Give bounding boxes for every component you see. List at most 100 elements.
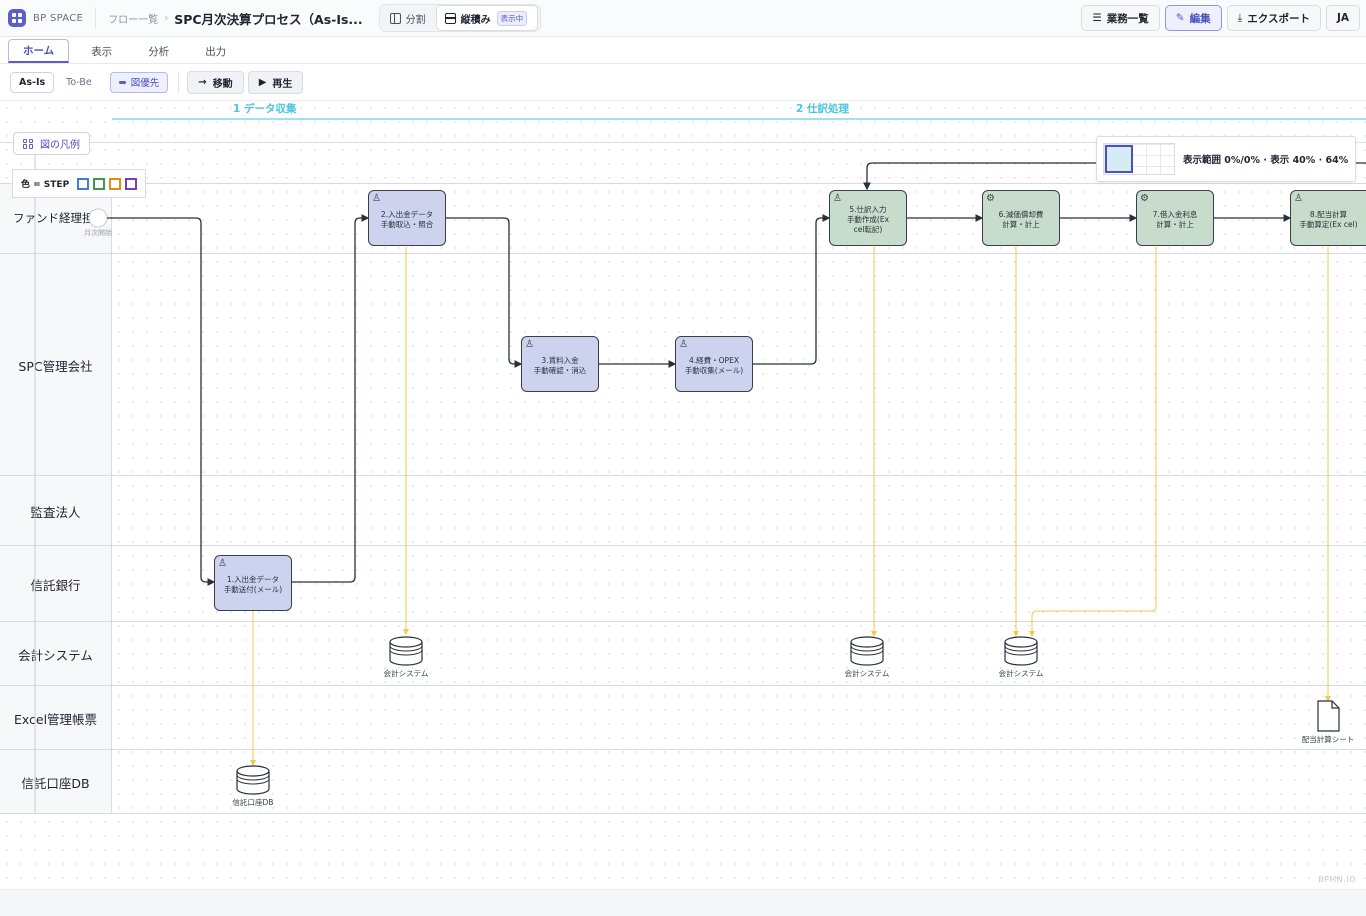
legend-toggle-label: 図の凡例 — [40, 140, 80, 151]
legend-toggle-button[interactable]: 図の凡例 — [13, 132, 90, 155]
task-list-button[interactable]: ☰ 業務一覧 — [1081, 5, 1160, 31]
divider — [95, 7, 97, 29]
tab-analysis[interactable]: 分析 — [134, 39, 183, 63]
lane-trust-account-db: 信託口座DB — [0, 749, 1366, 814]
tab-home[interactable]: ホーム — [8, 39, 70, 63]
view-split-label: 分割 — [405, 14, 426, 26]
legend-swatch-step-3 — [109, 177, 122, 190]
task-3-rent-receipt[interactable]: ♙ 3.賃料入金 手動確認・消込 — [521, 336, 599, 392]
lane-auditor: 監査法人 — [0, 475, 1366, 546]
diagram-priority-toggle[interactable]: 図優先 — [109, 71, 169, 93]
task-subtitle: 手動収集(メール) — [684, 366, 744, 375]
user-icon: ♙ — [1294, 193, 1303, 204]
task-7-loan-interest[interactable]: ⚙ 7.借入金利息 計算・計上 — [1136, 190, 1214, 246]
gear-icon: ⚙ — [986, 193, 995, 204]
task-title: 4.経費・OPEX — [689, 355, 739, 365]
data-object-label: 配当計算シート — [1301, 735, 1355, 744]
view-split-button[interactable]: 分割 — [382, 7, 436, 29]
task-4-opex-collect[interactable]: ♙ 4.経費・OPEX 手動収集(メール) — [675, 336, 753, 392]
export-label: エクスポート — [1247, 12, 1310, 25]
user-icon: ♙ — [372, 193, 381, 204]
active-view-badge: 表示中 — [496, 10, 528, 26]
task-2-import-data[interactable]: ♙ 2.入出金データ 手動取込・照合 — [368, 190, 446, 246]
list-icon: ☰ — [1092, 12, 1102, 24]
toolbar: As-Is To-Be 図優先 → 移動 ▶ 再生 — [0, 64, 1366, 101]
lane-label: 信託口座DB — [0, 750, 112, 814]
legend-swatch-step-2 — [93, 177, 106, 190]
view-stack-label: 縦積み — [460, 14, 491, 26]
database-icon — [850, 636, 884, 666]
view-stack-button[interactable]: 縦積み 表示中 — [435, 5, 539, 31]
minimap-viewport[interactable] — [1105, 145, 1133, 173]
play-button[interactable]: ▶ 再生 — [247, 70, 304, 94]
legend-swatch-step-4 — [125, 177, 138, 190]
breadcrumb-separator: › — [164, 12, 169, 24]
lane-accounting-system: 会計システム — [0, 621, 1366, 686]
legend-label: 色 = STEP — [21, 180, 70, 190]
database-icon — [1004, 636, 1038, 666]
play-label: 再生 — [272, 78, 293, 90]
document-icon — [1317, 700, 1340, 732]
app-logo[interactable] — [8, 9, 26, 27]
arrow-right-icon: → — [198, 76, 207, 88]
database-icon — [389, 636, 423, 666]
task-5-journal-entry[interactable]: ♙ 5.仕訳入力 手動作成(Ex cel転記) — [829, 190, 907, 246]
tab-view[interactable]: 表示 — [77, 39, 126, 63]
phase-divider — [112, 118, 1366, 120]
datastore-accounting-2[interactable]: 会計システム — [827, 636, 907, 679]
task-title: 5.仕訳入力 — [849, 204, 887, 214]
pool-bottom-border — [0, 813, 1366, 814]
data-object-dividend-sheet[interactable]: 配当計算シート — [1288, 700, 1366, 745]
edit-button[interactable]: ✎ 編集 — [1164, 5, 1222, 31]
to-be-toggle[interactable]: To-Be — [58, 72, 100, 93]
lane-excel-sheets: Excel管理帳票 — [0, 685, 1366, 750]
edit-label: 編集 — [1189, 12, 1211, 25]
task-subtitle: 計算・計上 — [1002, 220, 1040, 229]
move-label: 移動 — [212, 78, 233, 90]
task-subtitle: 計算・計上 — [1156, 220, 1194, 229]
tab-output[interactable]: 出力 — [191, 39, 240, 63]
task-subtitle: 手動取込・照合 — [380, 220, 434, 229]
phase-header-journal: 2 仕訳処理 — [796, 103, 849, 115]
datastore-trust-db[interactable]: 信託口座DB — [213, 765, 293, 808]
task-subtitle: 手動作成(Ex — [846, 214, 890, 224]
top-actions: ☰ 業務一覧 ✎ 編集 ⤓ エクスポート JA — [1081, 5, 1360, 31]
color-legend: 色 = STEP — [12, 169, 147, 198]
play-icon: ▶ — [258, 76, 267, 88]
datastore-accounting-3[interactable]: 会計システム — [981, 636, 1061, 679]
task-title: 2.入出金データ — [380, 209, 434, 219]
database-icon — [236, 765, 270, 795]
move-button[interactable]: → 移動 — [187, 70, 244, 94]
task-8-dividend-calc[interactable]: ♙ 8.配当計算 手動算定(Ex cel) — [1290, 190, 1366, 246]
dash-icon — [118, 80, 126, 84]
language-label: JA — [1336, 12, 1349, 24]
view-mode-toggle: 分割 縦積み 表示中 — [378, 4, 542, 32]
user-icon: ♙ — [833, 193, 842, 204]
minimap[interactable]: 表示範囲 0%/0% · 表示 40% · 64% — [1096, 136, 1356, 182]
legend-swatch-step-1 — [77, 177, 90, 190]
watermark: BPMN.IO — [1318, 875, 1356, 884]
lane-label: 監査法人 — [0, 476, 112, 546]
task-title: 7.借入金利息 — [1152, 209, 1198, 219]
task-title: 1.入出金データ — [226, 574, 280, 584]
gear-icon: ⚙ — [1140, 193, 1149, 204]
user-icon: ♙ — [679, 339, 688, 350]
stack-view-icon — [444, 12, 456, 24]
task-1-send-data[interactable]: ♙ 1.入出金データ 手動送付(メール) — [214, 555, 292, 611]
lane-label: 信託銀行 — [0, 546, 112, 622]
app-window: BP SPACE フロー一覧 › SPC月次決算プロセス（As-Is... 分割… — [0, 0, 1366, 916]
task-title: 3.賃料入金 — [541, 355, 579, 365]
status-strip — [0, 889, 1366, 916]
datastore-accounting-1[interactable]: 会計システム — [366, 636, 446, 679]
language-button[interactable]: JA — [1325, 5, 1360, 31]
task-subtitle: 手動送付(メール) — [223, 585, 283, 594]
breadcrumb-flow-list[interactable]: フロー一覧 — [108, 11, 158, 26]
minimap-preview[interactable] — [1103, 143, 1175, 175]
phase-header-data-collection: 1 データ収集 — [233, 103, 297, 115]
export-button[interactable]: ⤓ エクスポート — [1226, 5, 1321, 31]
diagram-priority-label: 図優先 — [130, 78, 160, 89]
task-6-depreciation[interactable]: ⚙ 6.減価償却費 計算・計上 — [982, 190, 1060, 246]
start-event-label: 月次開始 — [84, 229, 112, 237]
as-is-toggle[interactable]: As-Is — [10, 71, 55, 93]
top-bar: BP SPACE フロー一覧 › SPC月次決算プロセス（As-Is... 分割… — [0, 0, 1366, 37]
